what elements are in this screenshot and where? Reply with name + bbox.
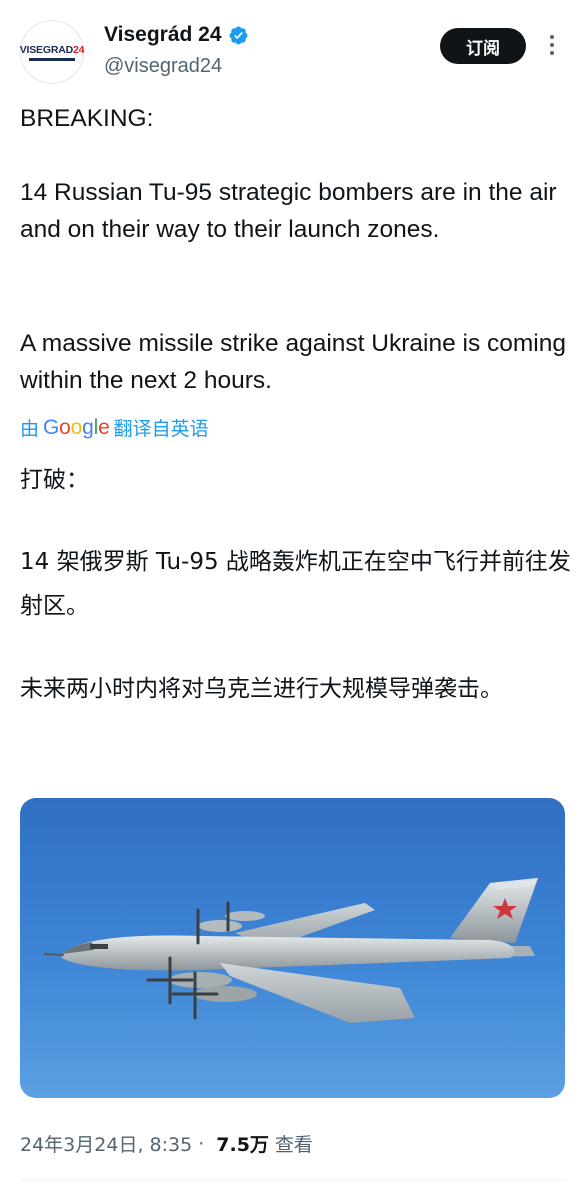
- translated-paragraph-1: 14 架俄罗斯 Tu-95 战略轰炸机正在空中飞行并前往发射区。: [20, 549, 571, 619]
- translated-paragraph-2: 未来两小时内将对乌克兰进行大规模导弹袭击。: [20, 676, 503, 702]
- tweet-media-image[interactable]: [20, 798, 565, 1098]
- translation-suffix: 翻译自英语: [113, 418, 209, 440]
- meta-separator: ·: [198, 1132, 205, 1155]
- author-name-row[interactable]: Visegrád 24: [104, 23, 249, 47]
- subscribe-button[interactable]: 订阅: [440, 28, 526, 64]
- author-display-name[interactable]: Visegrád 24: [104, 23, 222, 47]
- bomber-aircraft-photo: [20, 798, 565, 1098]
- tweet-timestamp[interactable]: 24年3月24日, 8:35: [20, 1130, 192, 1157]
- tweet-paragraph-1: 14 Russian Tu-95 strategic bombers are i…: [20, 179, 557, 243]
- more-dots-icon[interactable]: [540, 30, 564, 60]
- avatar-logo-bar: [29, 57, 75, 61]
- tweet-paragraph-2: A massive missile strike against Ukraine…: [20, 330, 566, 394]
- author-handle[interactable]: @visegrad24: [104, 55, 222, 78]
- tweet-header: VISEGRAD24 Visegrád 24 @visegrad24 订阅: [0, 0, 583, 100]
- verified-badge-icon: [229, 26, 247, 44]
- google-logo: Google: [43, 415, 110, 439]
- tweet-metadata: 24年3月24日, 8:35 · 7.5万 查看: [20, 1130, 313, 1157]
- translation-attribution[interactable]: 由 Google 翻译自英语: [20, 414, 209, 441]
- avatar[interactable]: VISEGRAD24: [20, 20, 84, 84]
- view-count-label: 查看: [274, 1134, 313, 1156]
- divider: [20, 1180, 565, 1181]
- translated-line-breaking: 打破：: [20, 467, 89, 493]
- avatar-logo: VISEGRAD24: [19, 43, 85, 56]
- tweet-line-breaking: BREAKING:: [20, 105, 154, 132]
- translation-prefix: 由: [20, 418, 40, 440]
- view-count[interactable]: 7.5万: [216, 1130, 269, 1157]
